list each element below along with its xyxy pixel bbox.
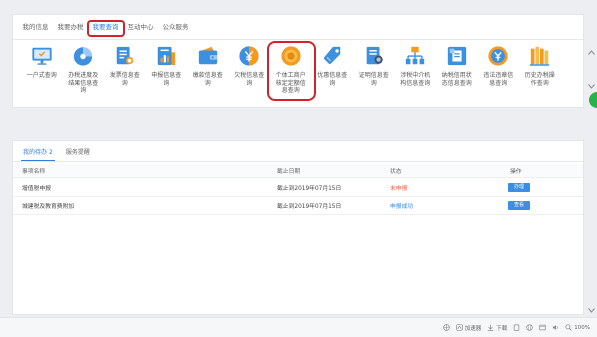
coin-icon [238, 45, 260, 67]
certificate-icon [363, 45, 385, 67]
zoom-control[interactable]: 100% [565, 324, 590, 331]
zoom-icon [565, 324, 572, 331]
view-button[interactable]: 查看 [508, 201, 530, 210]
todo-tabs-divider [13, 161, 583, 162]
tab-my-info[interactable]: 我的信息 [18, 15, 53, 39]
todo-count-badge: 2 [49, 149, 53, 156]
todo-tabs: 我的待办 2 服务提醒 [21, 146, 101, 161]
globe-icon[interactable] [526, 324, 533, 331]
column-header-action: 操作 [510, 169, 522, 175]
query-item-label: 欠税信息查询 [234, 72, 265, 87]
floating-service-button[interactable] [589, 92, 597, 108]
tab-tax-handling[interactable]: 我要办税 [53, 15, 88, 39]
todo-panel: 我的待办 2 服务提醒 事项名称 截止日期 状态 操作 增值税申报 截止到2019… [12, 140, 584, 315]
query-item-credit-status[interactable]: 纳税信用状态信息查询 [436, 45, 478, 95]
handle-button[interactable]: 办理 [508, 183, 530, 192]
status-bar-items: 加速器 下载 100% [437, 318, 590, 337]
invoice-icon [114, 45, 136, 67]
history-icon [529, 45, 551, 67]
download-label: 下载 [496, 325, 508, 332]
network-icon[interactable] [442, 324, 450, 331]
status-badge: 未申报 [390, 186, 408, 192]
tab-interaction-center[interactable]: 互动中心 [123, 15, 158, 39]
tab-my-todo-label: 我的待办 [23, 149, 48, 156]
query-item-label: 证明信息查询 [358, 72, 389, 87]
status-badge: 申报成功 [390, 204, 414, 210]
org-chart-icon [404, 45, 426, 67]
query-item-label: 优惠信息查询 [317, 72, 348, 87]
query-item-violation[interactable]: 违法违章信息查询 [478, 45, 520, 95]
download-button[interactable]: 下载 [487, 324, 507, 332]
accelerator-label: 加速器 [464, 325, 482, 332]
row-action-cell: 查看 [508, 197, 530, 214]
browser-status-bar: 加速器 下载 100% [0, 317, 597, 337]
query-item-payment[interactable]: 缴款信息查询 [187, 45, 229, 95]
scroll-down-icon[interactable] [588, 308, 595, 313]
query-item-label: 纳税信用状态信息查询 [441, 72, 472, 87]
declaration-icon [155, 45, 177, 67]
column-header-name: 事项名称 [22, 169, 46, 175]
query-item-progress[interactable]: 办税进度及结果信息查询 [63, 45, 105, 95]
tab-service-reminder[interactable]: 服务提醒 [64, 146, 92, 161]
volume-icon[interactable] [552, 324, 559, 331]
query-item-declaration[interactable]: 申报信息查询 [146, 45, 188, 95]
query-item-label: 涉税中介机构信息查询 [400, 72, 431, 87]
table-row: 增值税申报 截止到2019年07月15日 未申报 办理 [13, 179, 583, 197]
query-item-certificate[interactable]: 证明信息查询 [353, 45, 395, 95]
highlight-box-individual-quota [267, 41, 316, 101]
table-row: 城建税及教育费附加 截止到2019年07月15日 申报成功 查看 [13, 197, 583, 215]
pie-chart-icon [72, 45, 94, 67]
accelerator-button[interactable]: 加速器 [456, 324, 482, 332]
row-item-name: 城建税及教育费附加 [22, 204, 75, 210]
column-header-status: 状态 [390, 169, 402, 175]
window-icon[interactable] [539, 324, 546, 331]
query-item-invoice[interactable]: 发票信息查询 [104, 45, 146, 95]
column-header-deadline: 截止日期 [277, 169, 301, 175]
download-icon [487, 324, 494, 331]
query-item-preferential[interactable]: 优惠信息查询 [312, 45, 354, 95]
wallet-icon [197, 45, 219, 67]
query-item-label: 历史办税操作查询 [524, 72, 555, 87]
table-header: 事项名称 截止日期 状态 操作 [13, 164, 583, 178]
query-item-label: 发票信息查询 [109, 72, 140, 87]
nav-divider [13, 39, 583, 40]
highlight-box-query-tab [87, 20, 125, 37]
row-action-cell: 办理 [508, 179, 530, 196]
zoom-level: 100% [574, 324, 590, 331]
tag-icon [321, 45, 343, 67]
tab-my-todo[interactable]: 我的待办 2 [21, 146, 55, 161]
query-item-label: 办税进度及结果信息查询 [68, 72, 99, 94]
row-deadline: 截止到2019年07月15日 [277, 204, 342, 210]
monitor-icon [31, 45, 53, 67]
credit-icon [446, 45, 468, 67]
chevron-down-icon[interactable] [588, 84, 595, 89]
chevron-up-icon[interactable] [588, 50, 595, 55]
query-item-one-stop[interactable]: 一户式查询 [21, 45, 63, 95]
row-deadline: 截止到2019年07月15日 [277, 186, 342, 192]
query-item-label: 缴款信息查询 [192, 72, 223, 87]
query-item-tax-agency[interactable]: 涉税中介机构信息查询 [395, 45, 437, 95]
violation-icon [487, 45, 509, 67]
speed-icon [456, 324, 463, 331]
query-item-label: 申报信息查询 [151, 72, 182, 87]
row-item-name: 增值税申报 [22, 186, 51, 192]
query-item-history[interactable]: 历史办税操作查询 [519, 45, 561, 95]
query-item-label: 一户式查询 [26, 72, 57, 79]
clipboard-icon[interactable] [513, 324, 520, 331]
query-item-label: 违法违章信息查询 [483, 72, 514, 87]
query-item-tax-arrears[interactable]: 欠税信息查询 [229, 45, 271, 95]
tab-public-service[interactable]: 公众服务 [158, 15, 193, 39]
